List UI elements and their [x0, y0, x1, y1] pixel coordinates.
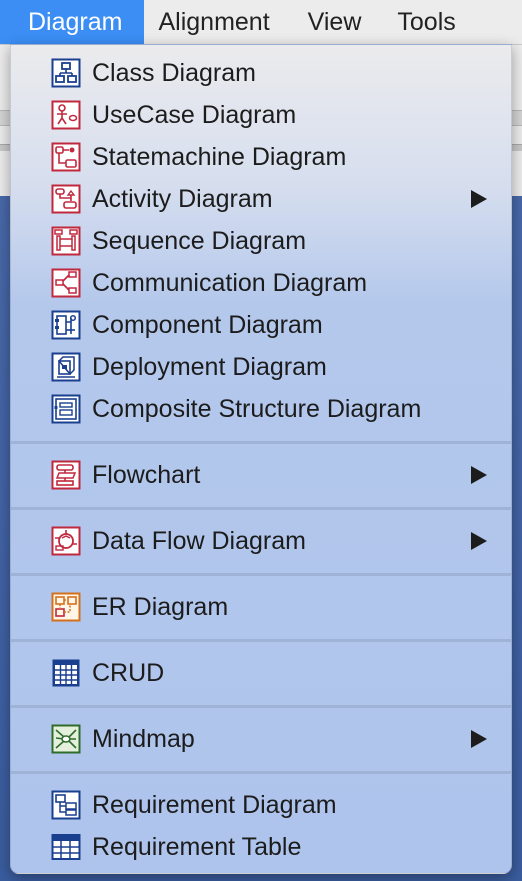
- menu-separator: [11, 441, 511, 444]
- menu-item-deployment-diagram[interactable]: Deployment Diagram: [11, 346, 511, 388]
- menu-item-label: Component Diagram: [92, 311, 323, 339]
- menu-item-label: ER Diagram: [92, 593, 229, 621]
- submenu-arrow-icon: [471, 190, 487, 208]
- class-diagram-icon: [51, 58, 81, 88]
- menu-item-label: Activity Diagram: [92, 185, 273, 213]
- menubar-item-tools[interactable]: Tools: [383, 0, 469, 44]
- menu-separator: [11, 573, 511, 576]
- menu-item-label: Requirement Table: [92, 833, 302, 861]
- menu-separator: [11, 705, 511, 708]
- usecase-diagram-icon: [51, 100, 81, 130]
- submenu-arrow-icon: [471, 532, 487, 550]
- menu-item-label: Sequence Diagram: [92, 227, 307, 255]
- menu-item-sequence-diagram[interactable]: Sequence Diagram: [11, 220, 511, 262]
- composite-structure-diagram-icon: [51, 394, 81, 424]
- menu-item-label: Requirement Diagram: [92, 791, 337, 819]
- menu-item-label: Data Flow Diagram: [92, 527, 306, 555]
- menubar-item-view[interactable]: View: [284, 0, 384, 44]
- menu-item-crud[interactable]: CRUD: [11, 652, 511, 694]
- menu-item-requirement-diagram[interactable]: Requirement Diagram: [11, 784, 511, 826]
- activity-diagram-icon: [51, 184, 81, 214]
- requirement-table-icon: [51, 834, 81, 860]
- deployment-diagram-icon: [51, 352, 81, 382]
- menu-item-component-diagram[interactable]: Component Diagram: [11, 304, 511, 346]
- menu-separator: [11, 639, 511, 642]
- menu-item-label: Communication Diagram: [92, 269, 368, 297]
- menu-item-composite-structure-diagram[interactable]: Composite Structure Diagram: [11, 388, 511, 430]
- menu-item-data-flow-diagram[interactable]: Data Flow Diagram: [11, 520, 511, 562]
- crud-table-icon: [52, 659, 80, 687]
- component-diagram-icon: [51, 310, 81, 340]
- menu-item-flowchart[interactable]: Flowchart: [11, 454, 511, 496]
- menu-item-label: Flowchart: [92, 461, 201, 489]
- menu-item-label: Statemachine Diagram: [92, 143, 347, 171]
- menu-item-activity-diagram[interactable]: Activity Diagram: [11, 178, 511, 220]
- statemachine-diagram-icon: [51, 142, 81, 172]
- menubar-item-diagram[interactable]: Diagram: [0, 0, 145, 44]
- requirement-diagram-icon: [51, 790, 81, 820]
- menu-item-communication-diagram[interactable]: Communication Diagram: [11, 262, 511, 304]
- menubar-item-alignment[interactable]: Alignment: [144, 0, 283, 44]
- menu-item-er-diagram[interactable]: ER Diagram: [11, 586, 511, 628]
- menu-item-label: Mindmap: [92, 725, 195, 753]
- er-diagram-icon: [51, 592, 81, 622]
- data-flow-diagram-icon: [51, 526, 81, 556]
- communication-diagram-icon: [51, 268, 81, 298]
- menu-separator: [11, 507, 511, 510]
- menu-item-usecase-diagram[interactable]: UseCase Diagram: [11, 94, 511, 136]
- submenu-arrow-icon: [471, 730, 487, 748]
- menubar: Diagram Alignment View Tools: [0, 0, 522, 45]
- menu-item-label: Deployment Diagram: [92, 353, 327, 381]
- sequence-diagram-icon: [51, 226, 81, 256]
- submenu-arrow-icon: [471, 466, 487, 484]
- menu-item-mindmap[interactable]: Mindmap: [11, 718, 511, 760]
- menu-item-requirement-table[interactable]: Requirement Table: [11, 826, 511, 868]
- menu-item-class-diagram[interactable]: Class Diagram: [11, 52, 511, 94]
- menu-item-label: Class Diagram: [92, 59, 256, 87]
- menu-item-label: Composite Structure Diagram: [92, 395, 422, 423]
- menu-separator: [11, 771, 511, 774]
- menu-item-statemachine-diagram[interactable]: Statemachine Diagram: [11, 136, 511, 178]
- flowchart-icon: [51, 460, 81, 490]
- menu-item-label: CRUD: [92, 659, 165, 687]
- diagram-dropdown-menu: Class Diagram UseCase Diagram Statemachi…: [10, 44, 512, 874]
- mindmap-icon: [51, 724, 81, 754]
- menu-item-label: UseCase Diagram: [92, 101, 297, 129]
